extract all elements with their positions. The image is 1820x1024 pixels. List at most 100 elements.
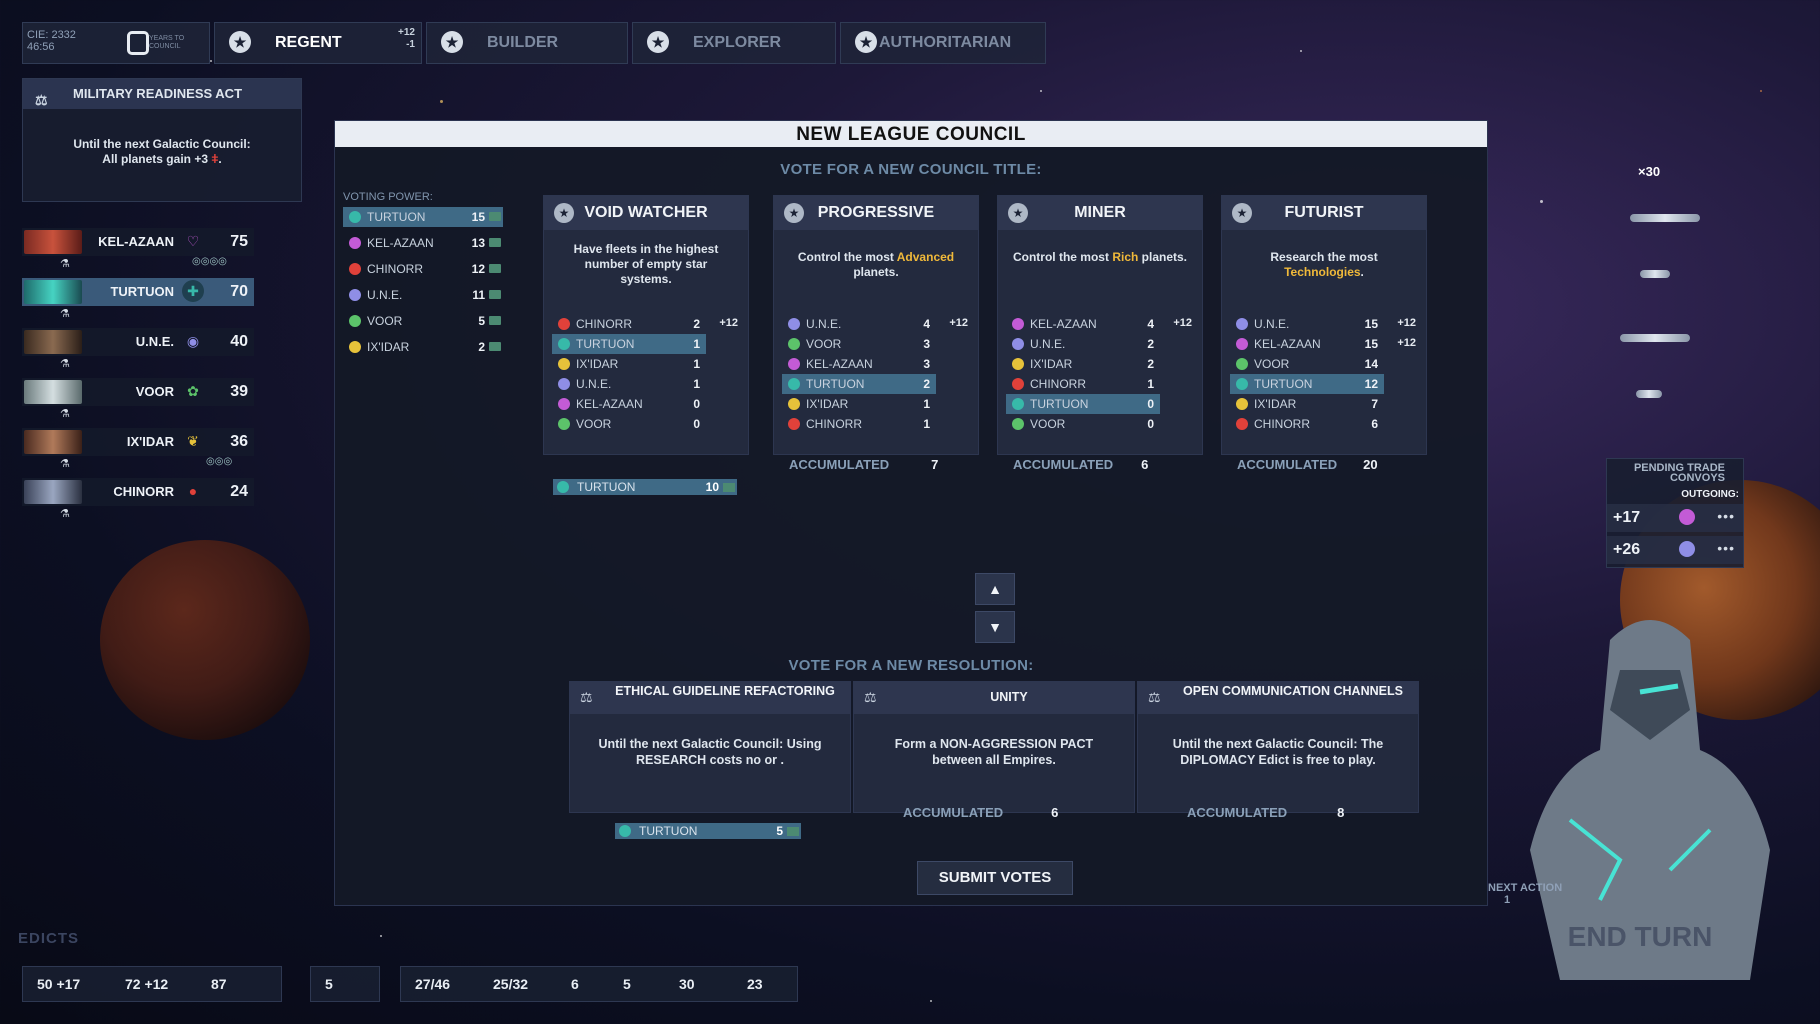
empire-emblem-icon: ✚ bbox=[182, 280, 204, 302]
card-description: Have fleets in the highest number of emp… bbox=[573, 242, 719, 286]
council-panel: NEW LEAGUE COUNCIL VOTE FOR A NEW COUNCI… bbox=[334, 120, 1488, 906]
population-value: 50 +17 bbox=[37, 976, 81, 992]
empire-emblem-icon: ❦ bbox=[187, 433, 199, 449]
card-title: UNITY bbox=[990, 690, 1028, 704]
star-icon: ★ bbox=[441, 31, 463, 53]
fleet-count: ×30 bbox=[1638, 164, 1661, 179]
tab-label: EXPLORER bbox=[693, 34, 782, 51]
more-icon: ••• bbox=[1717, 508, 1735, 524]
influence-value: 5 bbox=[325, 976, 333, 992]
card-title: MINER bbox=[1074, 204, 1126, 221]
empire-emblem-icon bbox=[1679, 541, 1695, 557]
science-icon: ⚗ bbox=[60, 258, 70, 270]
empire-score: 40 bbox=[230, 333, 248, 350]
cie-sub: 46:56 bbox=[27, 41, 55, 53]
science-icon: ⚗ bbox=[60, 308, 70, 320]
fleet-ship[interactable] bbox=[1640, 270, 1670, 278]
science-icon: ⚗ bbox=[60, 408, 70, 420]
trade-convoys-panel: PENDING TRADE CONVOYS OUTGOING: +17 ••• +… bbox=[1606, 458, 1744, 568]
trade-title: PENDING TRADE CONVOYS bbox=[1633, 462, 1725, 484]
title-card-futurist[interactable]: ★ FUTURIST Research the most Technologies… bbox=[1221, 195, 1427, 455]
empire-portrait bbox=[24, 480, 82, 504]
vote-title-heading: VOTE FOR A NEW COUNCIL TITLE: bbox=[780, 161, 1042, 178]
tab-bonus: +12 -1 bbox=[398, 27, 415, 50]
star-icon: ★ bbox=[855, 31, 877, 53]
resolution-card-ethical[interactable]: ⚖ ETHICAL GUIDELINE REFACTORING Until the… bbox=[569, 681, 851, 813]
empire-row-une[interactable]: U.N.E. ◉ 40 bbox=[22, 328, 254, 356]
accumulated-miner: ACCUMULATED 6 bbox=[1013, 457, 1149, 472]
empire-name: TURTUON bbox=[110, 284, 174, 299]
empire-name: VOOR bbox=[135, 384, 174, 399]
card-description: Until the next Galactic Council: Using R… bbox=[598, 737, 822, 767]
empire-row-chinorr[interactable]: CHINORR ● 24 bbox=[22, 478, 254, 506]
agreement-icons: ◎◎◎◎ bbox=[192, 256, 227, 267]
accumulated-progressive: ACCUMULATED 7 bbox=[789, 457, 939, 472]
card-title: ETHICAL GUIDELINE REFACTORING bbox=[615, 684, 835, 698]
tab-authoritarian[interactable]: ★ AUTHORITARIAN bbox=[840, 22, 1046, 64]
end-turn-button[interactable]: END TURN bbox=[1560, 923, 1720, 951]
tab-regent[interactable]: ★ REGENT +12 -1 bbox=[214, 22, 422, 64]
fleet-ship[interactable] bbox=[1620, 334, 1690, 342]
resolution-heading: VOTE FOR A NEW RESOLUTION: bbox=[788, 657, 1034, 674]
empire-score: 39 bbox=[230, 383, 248, 400]
resource-bar-influence: 5 bbox=[310, 966, 380, 1002]
title-card-miner[interactable]: ★ MINER Control the most Rich planets. KE… bbox=[997, 195, 1203, 455]
your-vote-bar[interactable]: TURTUON 5 bbox=[615, 823, 801, 839]
science-icon: ⚗ bbox=[60, 458, 70, 470]
military-value: 5 bbox=[623, 976, 631, 992]
card-title: PROGRESSIVE bbox=[817, 204, 935, 221]
empire-portrait bbox=[24, 280, 82, 304]
council-title: NEW LEAGUE COUNCIL bbox=[335, 121, 1487, 147]
empire-row-turtuon[interactable]: TURTUON ✚ 70 bbox=[22, 278, 254, 306]
fleet-ship[interactable] bbox=[1636, 390, 1662, 398]
more-icon: ••• bbox=[1717, 540, 1735, 556]
title-card-void-watcher[interactable]: ★ VOID WATCHER Have fleets in the highest… bbox=[543, 195, 749, 455]
tab-builder[interactable]: ★ BUILDER bbox=[426, 22, 628, 64]
empire-emblem-icon: ● bbox=[188, 483, 198, 499]
card-description: Until the next Galactic Council: The DIP… bbox=[1172, 737, 1384, 767]
agreement-icons: ◎◎◎ bbox=[206, 456, 233, 467]
empire-row-kel-azaan[interactable]: KEL-AZAAN ♡ 75 bbox=[22, 228, 254, 256]
edict-line1: Until the next Galactic Council: bbox=[73, 137, 251, 151]
science-value: 25/32 bbox=[493, 976, 529, 992]
edict-line2: All planets gain +3 bbox=[102, 152, 208, 166]
resolution-card-unity[interactable]: ⚖ UNITY Form a NON-AGGRESSION PACT betwee… bbox=[853, 681, 1135, 813]
gavel-icon: ⚖ bbox=[35, 92, 48, 108]
scroll-up-button[interactable]: ▲ bbox=[975, 573, 1015, 605]
empire-emblem-icon: ✿ bbox=[187, 383, 199, 399]
empire-portrait bbox=[24, 230, 82, 254]
card-description: Control the most Advanced planets. bbox=[797, 250, 955, 279]
gavel-icon: ⚖ bbox=[1148, 689, 1161, 705]
accumulated-futurist: ACCUMULATED 20 bbox=[1237, 457, 1378, 472]
toxicity-icon: ǂ bbox=[211, 152, 219, 166]
scroll-down-button[interactable]: ▼ bbox=[975, 611, 1015, 643]
empire-emblem-icon: ♡ bbox=[186, 233, 200, 249]
your-vote-bar[interactable]: TURTUON 10 bbox=[553, 479, 737, 495]
empire-emblem-icon: ◉ bbox=[186, 333, 200, 349]
cie-label: CIE: 2332 bbox=[27, 29, 76, 41]
trade-row[interactable]: +26 ••• bbox=[1607, 536, 1743, 564]
active-edict-panel[interactable]: ⚖ MILITARY READINESS ACT Until the next G… bbox=[22, 78, 302, 202]
empire-row-ixidar[interactable]: IX'IDAR ❦ 36 bbox=[22, 428, 254, 456]
next-action: NEXT ACTION 1 bbox=[1488, 882, 1563, 906]
fleet-ship[interactable] bbox=[1630, 214, 1700, 222]
accumulated-open-communication: ACCUMULATED 8 bbox=[1187, 805, 1345, 820]
empire-emblem-icon bbox=[1679, 509, 1695, 525]
calendar-box: CIE: 2332 46:56 YEARS TO COUNCIL bbox=[22, 22, 210, 64]
empire-row-voor[interactable]: VOOR ✿ 39 bbox=[22, 378, 254, 406]
empire-name: KEL-AZAAN bbox=[98, 234, 174, 249]
food-value: 27/46 bbox=[415, 976, 451, 992]
edicts-label: EDICTS bbox=[18, 930, 80, 947]
background-planet bbox=[100, 540, 310, 740]
card-title: OPEN COMMUNICATION CHANNELS bbox=[1183, 684, 1403, 698]
tab-label: AUTHORITARIAN bbox=[879, 34, 1012, 51]
voting-power-list: VOTING POWER: TURTUON 15 KEL-AZAAN 13 CHIN… bbox=[343, 191, 503, 357]
trade-row[interactable]: +17 ••• bbox=[1607, 504, 1743, 532]
title-card-progressive[interactable]: ★ PROGRESSIVE Control the most Advanced p… bbox=[773, 195, 979, 455]
tab-explorer[interactable]: ★ EXPLORER bbox=[632, 22, 836, 64]
edict-title: MILITARY READINESS ACT bbox=[73, 86, 243, 101]
submit-votes-button[interactable]: SUBMIT VOTES bbox=[917, 861, 1073, 895]
tab-label: REGENT bbox=[275, 34, 342, 51]
toxicity-value: 23 bbox=[747, 976, 763, 992]
resolution-card-open-communication[interactable]: ⚖ OPEN COMMUNICATION CHANNELS Until the n… bbox=[1137, 681, 1419, 813]
